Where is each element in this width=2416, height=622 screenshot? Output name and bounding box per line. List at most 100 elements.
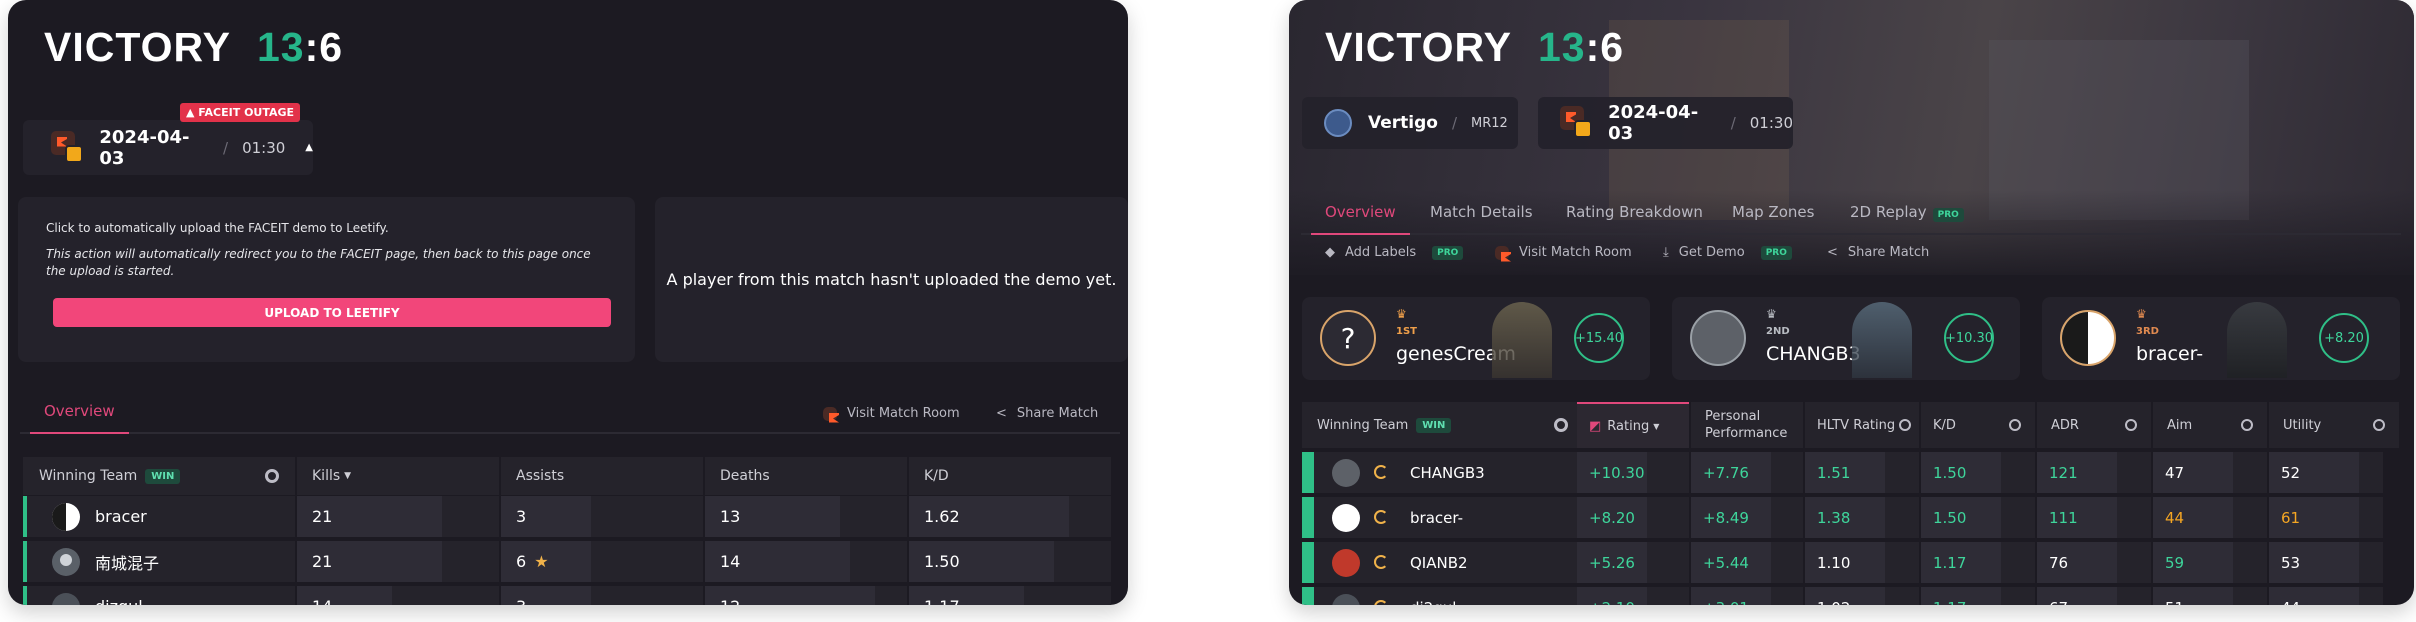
kd-header[interactable]: K/D <box>909 457 1111 495</box>
separator: / <box>1730 114 1736 132</box>
gear-icon[interactable] <box>1554 418 1568 432</box>
tab-rating-breakdown[interactable]: Rating Breakdown <box>1566 203 1703 221</box>
kills-cell: 14 <box>297 586 499 605</box>
hltv-rating-header[interactable]: HLTV Rating <box>1805 402 1919 448</box>
visit-match-room-action[interactable]: Visit Match Room <box>1495 245 1632 260</box>
share-match-link[interactable]: < Share Match <box>996 406 1098 421</box>
util-cell: 61 <box>2269 497 2383 538</box>
match-source-dropdown[interactable]: 2024-04-03 / 01:30 ▲ <box>23 120 313 175</box>
table-row[interactable]: bracer- <box>1302 497 1584 538</box>
agent-image <box>2227 302 2287 378</box>
tab-divider <box>1301 233 2401 235</box>
rating-header[interactable]: ◩ Rating ▼ <box>1577 402 1689 448</box>
hltv-cell: 1.38 <box>1805 497 1919 538</box>
match-date: 2024-04-03 <box>99 126 190 169</box>
get-demo-action[interactable]: ⤓ Get Demo PRO <box>1663 245 1792 260</box>
visit-room-label: Visit Match Room <box>847 406 960 421</box>
gear-icon[interactable] <box>265 469 279 483</box>
table-row[interactable]: di2gul <box>1302 587 1584 605</box>
assists-header[interactable]: Assists <box>501 457 703 495</box>
tab-overview[interactable]: Overview <box>1311 203 1410 235</box>
top-player-card[interactable]: ? ♛ 1ST genesCream +15.40 <box>1302 297 1650 380</box>
kd-value: 1.17 <box>924 597 960 605</box>
separator: / <box>1451 114 1458 132</box>
hltv-cell: 1.51 <box>1805 452 1919 493</box>
team-color-strip <box>1302 497 1314 538</box>
kd-header[interactable]: K/D <box>1921 402 2035 448</box>
table-row[interactable]: dizgul <box>23 586 295 605</box>
top-player-card[interactable]: ♛ 3RD bracer- +8.20 <box>2042 297 2400 380</box>
gear-icon[interactable] <box>2009 419 2021 431</box>
kd-label: K/D <box>1933 417 1956 433</box>
kills-cell: 21 <box>297 541 499 582</box>
adr-label: ADR <box>2051 417 2079 433</box>
aim-header[interactable]: Aim <box>2153 402 2267 448</box>
aim-cell: 59 <box>2153 542 2267 583</box>
hltv-cell: 1.02 <box>1805 587 1919 605</box>
gear-icon[interactable] <box>2241 419 2253 431</box>
kd-cell: 1.62 <box>909 496 1111 537</box>
util-cell: 44 <box>2269 587 2383 605</box>
rating-cell: +10.30 <box>1577 452 1689 493</box>
kills-header[interactable]: Kills ▼ <box>297 457 499 495</box>
kills-cell: 21 <box>297 496 499 537</box>
player-name[interactable]: bracer- <box>1410 509 1463 527</box>
tab-overview[interactable]: Overview <box>30 402 129 434</box>
player-name[interactable]: dizgul <box>95 597 143 605</box>
top-player-card[interactable]: ♛ 2ND CHANGB3 +10.30 <box>1672 297 2020 380</box>
kd-cell: 1.50 <box>1921 452 2035 493</box>
gear-icon[interactable] <box>2373 419 2385 431</box>
hltv-value: 1.51 <box>1817 463 1851 482</box>
player-name[interactable]: 南城混子 <box>95 550 159 574</box>
chevron-up-icon[interactable]: ▲ <box>305 142 313 153</box>
tab-map-zones[interactable]: Map Zones <box>1732 203 1814 221</box>
assists-cell: 3 <box>501 496 703 537</box>
faceit-icon <box>823 406 837 421</box>
warning-icon: ▲ <box>186 106 199 119</box>
tab-2d-replay[interactable]: 2D Replay PRO <box>1850 203 1964 222</box>
player-name[interactable]: bracer <box>95 507 147 526</box>
player-name[interactable]: QIANB2 <box>1410 554 1468 572</box>
rank-icon <box>1374 465 1388 479</box>
util-value: 61 <box>2281 508 2301 527</box>
assists-cell: 6 ★ <box>501 541 703 582</box>
upload-to-leetify-button[interactable]: UPLOAD TO LEETIFY <box>53 298 611 327</box>
personal-performance-header[interactable]: Personal Performance <box>1691 402 1803 448</box>
pp-value: +7.76 <box>1703 463 1749 482</box>
table-row[interactable]: bracer <box>23 496 295 537</box>
win-badge: WIN <box>1416 417 1452 433</box>
player-name[interactable]: CHANGB3 <box>1410 464 1485 482</box>
assists-value: 6 <box>516 552 527 571</box>
unknown-avatar-icon: ? <box>1320 310 1376 366</box>
score-lost: :6 <box>304 24 344 70</box>
table-row[interactable]: CHANGB3 <box>1302 452 1584 493</box>
gear-icon[interactable] <box>2125 419 2137 431</box>
deaths-value: 12 <box>720 597 740 605</box>
pp-value: +3.01 <box>1703 599 1749 606</box>
score-won: 13 <box>1537 24 1586 70</box>
trophy-icon: ♛ <box>1766 307 1777 321</box>
gear-icon[interactable] <box>1899 419 1912 431</box>
adr-value: 76 <box>2049 553 2069 572</box>
adr-header[interactable]: ADR <box>2037 402 2151 448</box>
table-row[interactable]: QIANB2 <box>1302 542 1584 583</box>
avatar <box>52 503 80 531</box>
add-labels-action[interactable]: ◆ Add Labels PRO <box>1325 245 1464 260</box>
visit-match-room-link[interactable]: Visit Match Room <box>823 406 960 421</box>
tab-match-details[interactable]: Match Details <box>1430 203 1533 221</box>
table-row[interactable]: 南城混子 <box>23 541 295 582</box>
deaths-cell: 13 <box>705 496 907 537</box>
pp-cell: +5.44 <box>1691 542 1803 583</box>
team-color-strip <box>1302 452 1314 493</box>
aim-label: Aim <box>2167 417 2193 433</box>
share-match-action[interactable]: < Share Match <box>1827 245 1929 260</box>
aim-value: 59 <box>2165 553 2185 572</box>
player-name[interactable]: di2gul <box>1410 599 1456 606</box>
aim-value: 44 <box>2165 508 2185 527</box>
win-badge: WIN <box>145 468 181 484</box>
team-label: Winning Team <box>39 468 138 484</box>
kills-value: 14 <box>312 597 332 605</box>
deaths-header[interactable]: Deaths <box>705 457 907 495</box>
pp-value: +8.49 <box>1703 508 1749 527</box>
utility-header[interactable]: Utility <box>2269 402 2399 448</box>
